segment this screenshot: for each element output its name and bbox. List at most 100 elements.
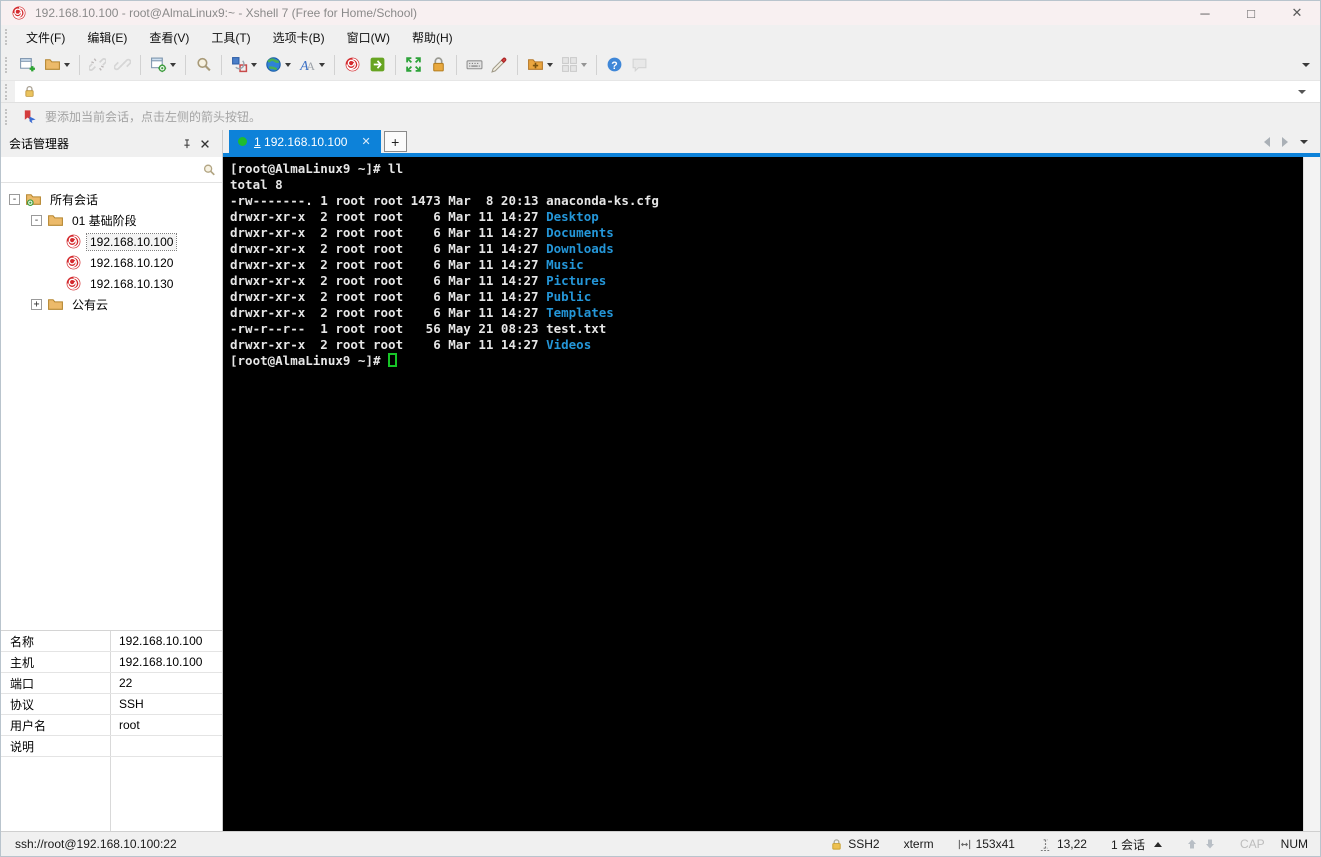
new-folder-button[interactable] (524, 53, 556, 77)
tree-item[interactable]: 192.168.10.130 (1, 273, 222, 294)
toolbar-items: AA? (15, 53, 1302, 77)
tab-session[interactable]: 1 192.168.10.100 ✕ (229, 130, 381, 153)
expand-icon[interactable]: + (31, 299, 42, 310)
tree-item[interactable]: 192.168.10.120 (1, 252, 222, 273)
main-area: 会话管理器 -所有会话-01 基础阶段192.168.10.100192.168… (1, 130, 1320, 831)
tab-close-icon[interactable]: ✕ (361, 135, 370, 148)
status-cursor-position: 13,22 (1039, 837, 1087, 851)
pen-button[interactable] (488, 53, 511, 77)
new-tab-button[interactable]: + (384, 131, 407, 152)
xshell-logo-icon (11, 5, 27, 21)
font-button[interactable]: AA (296, 53, 328, 77)
property-label: 主机 (1, 652, 111, 672)
tree-item[interactable]: 192.168.10.100 (1, 231, 222, 252)
session-list-caret-icon (1154, 842, 1162, 847)
tab-scroll-right-icon[interactable] (1282, 137, 1288, 147)
toolbar-separator (185, 55, 186, 75)
compose-button[interactable] (228, 53, 260, 77)
terminal-line: total 8 (230, 177, 1303, 193)
status-session-count[interactable]: 1 会话 (1111, 836, 1162, 853)
caret-position-icon (1039, 838, 1052, 851)
menu-window[interactable]: 窗口(W) (336, 25, 401, 50)
terminal-output[interactable]: [root@AlmaLinux9 ~]# lltotal 8-rw-------… (223, 157, 1303, 831)
close-button[interactable]: ✕ (1274, 1, 1320, 25)
web-button[interactable] (262, 53, 294, 77)
toolbar-grip[interactable] (5, 57, 10, 73)
terminal-line: [root@AlmaLinux9 ~]# (230, 353, 1303, 369)
keyboard-button[interactable] (463, 53, 486, 77)
chat-button[interactable] (628, 53, 651, 77)
session-search-input[interactable] (7, 163, 202, 177)
menu-file[interactable]: 文件(F) (15, 25, 76, 50)
scroll-up-icon[interactable] (1186, 838, 1198, 850)
tree-item[interactable]: -01 基础阶段 (1, 210, 222, 231)
dropdown-arrow-icon (170, 63, 176, 67)
terminal-cursor (388, 353, 397, 367)
minimize-button[interactable]: ─ (1182, 1, 1228, 25)
maximize-button[interactable]: □ (1228, 1, 1274, 25)
disconnect-button[interactable] (86, 53, 109, 77)
disconnect-icon (89, 56, 106, 73)
xshell-button[interactable] (341, 53, 364, 77)
terminal-scrollbar[interactable] (1303, 157, 1320, 831)
font-icon: AA (299, 56, 316, 73)
find-button[interactable] (192, 53, 215, 77)
help-button[interactable]: ? (603, 53, 626, 77)
dropdown-arrow-icon (251, 63, 257, 67)
web-icon (265, 56, 282, 73)
svg-text:A: A (299, 58, 309, 73)
addressbar-grip[interactable] (5, 84, 10, 100)
address-field[interactable] (15, 81, 1320, 102)
xftp-button[interactable] (366, 53, 389, 77)
fullscreen-button[interactable] (402, 53, 425, 77)
menu-view[interactable]: 查看(V) (138, 25, 200, 50)
tree-item[interactable]: -所有会话 (1, 189, 222, 210)
property-row: 主机192.168.10.100 (1, 652, 222, 673)
dropdown-arrow-icon (285, 63, 291, 67)
menu-tools[interactable]: 工具(T) (200, 25, 261, 50)
close-panel-icon[interactable] (196, 135, 214, 153)
menu-tabs[interactable]: 选项卡(B) (262, 25, 336, 50)
toolbar-overflow-icon[interactable] (1302, 63, 1310, 67)
tab-list-dropdown-icon[interactable] (1300, 140, 1308, 144)
bookmark-flag-icon (15, 109, 45, 124)
tile-button[interactable] (558, 53, 590, 77)
property-value: 192.168.10.100 (111, 655, 222, 669)
tree-item[interactable]: +公有云 (1, 294, 222, 315)
chat-icon (631, 56, 648, 73)
reconnect-button[interactable] (111, 53, 134, 77)
session-properties-button[interactable] (147, 53, 179, 77)
address-dropdown-icon[interactable] (1298, 90, 1306, 94)
connected-dot-icon (238, 137, 247, 146)
pin-panel-icon[interactable] (178, 135, 196, 153)
lock-button[interactable] (427, 53, 450, 77)
menubar-grip[interactable] (5, 29, 10, 45)
terminal-line: -rw-------. 1 root root 1473 Mar 8 20:13… (230, 193, 1303, 209)
infobar-grip[interactable] (5, 109, 10, 125)
fullscreen-icon (405, 56, 422, 73)
menu-edit[interactable]: 编辑(E) (76, 25, 138, 50)
tab-label: 1 192.168.10.100 (254, 135, 347, 149)
scroll-down-icon[interactable] (1204, 838, 1216, 850)
pen-icon (491, 56, 508, 73)
address-input[interactable] (42, 85, 1298, 99)
toolbar-separator (79, 55, 80, 75)
collapse-icon[interactable]: - (9, 194, 20, 205)
terminal-line: drwxr-xr-x 2 root root 6 Mar 11 14:27 Pu… (230, 289, 1303, 305)
all-sessions-folder-icon (25, 191, 42, 208)
session-properties-icon (150, 56, 167, 73)
dropdown-arrow-icon (547, 63, 553, 67)
menu-help[interactable]: 帮助(H) (401, 25, 464, 50)
open-folder-button[interactable] (41, 53, 73, 77)
tab-scroll-left-icon[interactable] (1264, 137, 1270, 147)
session-manager-panel: 会话管理器 -所有会话-01 基础阶段192.168.10.100192.168… (1, 130, 223, 831)
property-label: 用户名 (1, 715, 111, 735)
toolbar-separator (395, 55, 396, 75)
dropdown-arrow-icon (581, 63, 587, 67)
property-label: 协议 (1, 694, 111, 714)
collapse-icon[interactable]: - (31, 215, 42, 226)
search-icon[interactable] (202, 163, 216, 177)
tree-item-label: 192.168.10.120 (87, 255, 176, 271)
new-session-button[interactable] (16, 53, 39, 77)
property-label: 端口 (1, 673, 111, 693)
